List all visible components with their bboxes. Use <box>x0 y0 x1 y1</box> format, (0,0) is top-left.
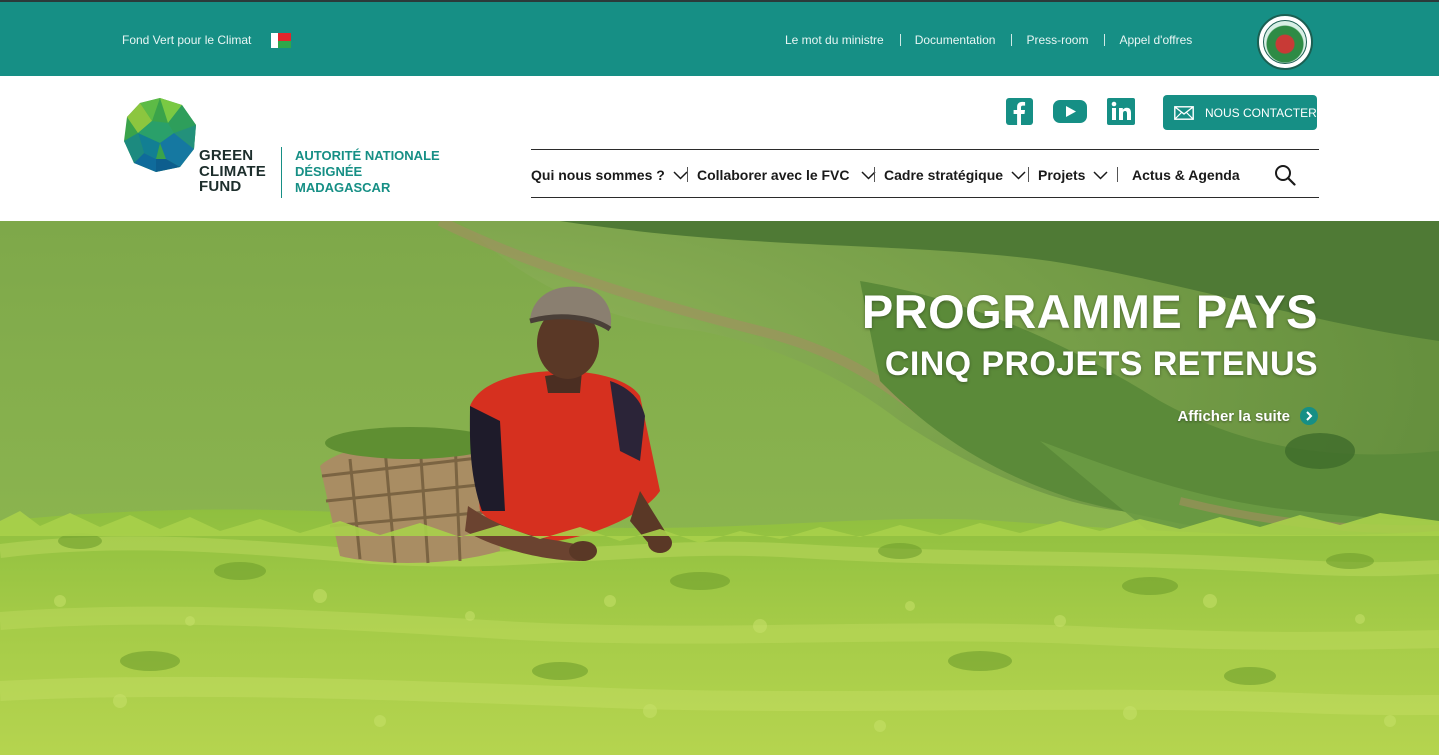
hero-read-more-label: Afficher la suite <box>1177 407 1290 425</box>
top-link-appel-offres[interactable]: Appel d'offres <box>1119 33 1192 47</box>
hero-title: PROGRAMME PAYS <box>861 285 1318 338</box>
search-icon[interactable] <box>1274 164 1296 186</box>
nav-item-cadre-strategique[interactable]: Cadre stratégique <box>884 167 1026 183</box>
nav-divider <box>687 167 688 182</box>
contact-button[interactable]: NOUS CONTACTER <box>1163 95 1317 130</box>
top-bar: Fond Vert pour le Climat Le mot du minis… <box>0 0 1439 76</box>
authority-title: AUTORITÉ NATIONALE DÉSIGNÉE MADAGASCAR <box>295 148 440 195</box>
youtube-icon[interactable] <box>1053 98 1087 125</box>
top-link-mot-du-ministre[interactable]: Le mot du ministre <box>785 33 884 47</box>
chevron-down-icon <box>673 170 688 180</box>
facebook-icon[interactable] <box>1006 98 1033 125</box>
mail-icon <box>1174 105 1194 120</box>
linkedin-icon[interactable] <box>1107 98 1135 125</box>
green-climate-fund-wordmark: GREEN CLIMATE FUND <box>199 147 266 195</box>
divider <box>1104 34 1106 46</box>
site-name-link[interactable]: Fond Vert pour le Climat <box>122 33 251 47</box>
logo-divider <box>281 147 282 198</box>
madagascar-flag-icon <box>271 33 291 48</box>
top-link-press-room[interactable]: Press-room <box>1026 33 1088 47</box>
nav-item-projets[interactable]: Projets <box>1038 167 1108 183</box>
top-link-documentation[interactable]: Documentation <box>915 33 996 47</box>
divider <box>1011 34 1013 46</box>
divider <box>899 34 901 46</box>
nav-item-collaborer[interactable]: Collaborer avec le FVC <box>697 167 876 183</box>
chevron-down-icon <box>1011 170 1026 180</box>
green-climate-fund-globe-icon[interactable] <box>122 97 198 173</box>
nav-divider <box>874 167 875 182</box>
hero-read-more-link[interactable]: Afficher la suite <box>1177 407 1318 425</box>
nav-item-actus-agenda[interactable]: Actus & Agenda <box>1132 167 1240 183</box>
hero-banner: PROGRAMME PAYS CINQ PROJETS RETENUS Affi… <box>0 221 1439 755</box>
ministry-seal-icon[interactable] <box>1257 14 1313 70</box>
chevron-down-icon <box>1093 170 1108 180</box>
top-links: Le mot du ministre Documentation Press-r… <box>785 33 1192 47</box>
contact-button-label: NOUS CONTACTER <box>1205 105 1317 120</box>
main-nav: Qui nous sommes ? Collaborer avec le FVC… <box>531 149 1319 198</box>
site-header: GREEN CLIMATE FUND AUTORITÉ NATIONALE DÉ… <box>0 76 1439 221</box>
hero-subtitle: CINQ PROJETS RETENUS <box>884 345 1318 383</box>
nav-divider <box>1028 167 1029 182</box>
nav-item-qui-nous-sommes[interactable]: Qui nous sommes ? <box>531 167 688 183</box>
nav-divider <box>1117 167 1118 182</box>
chevron-right-icon <box>1300 407 1318 425</box>
